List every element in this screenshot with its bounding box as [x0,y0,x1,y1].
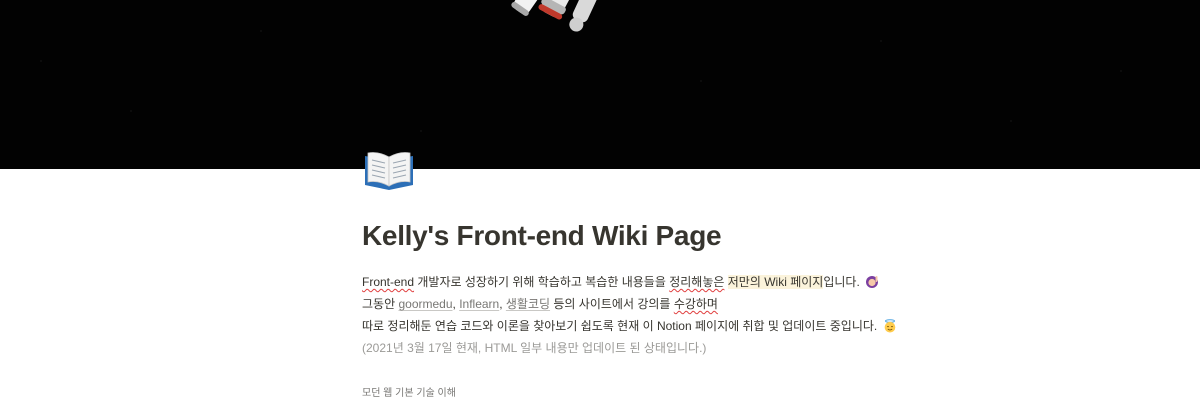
intro-text: 개발자로 성장하기 위해 학습하고 복습한 내용들을 [414,275,670,289]
open-book-icon[interactable] [362,148,416,192]
intro-text: 수강하며 [673,297,718,311]
intro-text: 정리해놓은 [669,275,725,289]
intro-text: 따로 정리해둔 연습 코드와 이론을 찾아보기 쉽도록 현재 이 Notion … [362,319,881,333]
link-goormedu[interactable]: goormedu [398,297,452,311]
intro-line-3[interactable]: 따로 정리해둔 연습 코드와 이론을 찾아보기 쉽도록 현재 이 Notion … [362,318,897,334]
page-title[interactable]: Kelly's Front-end Wiki Page [362,220,722,252]
highlighted-text: 저만의 Wiki 페이지 [727,275,824,289]
cover-image[interactable] [0,0,1200,169]
intro-text: 등의 사이트에서 강의를 [550,297,674,311]
link-opentutorials[interactable]: 생활코딩 [506,297,550,311]
intro-text: 입니다. [823,275,864,289]
update-note[interactable]: (2021년 3월 17일 현재, HTML 일부 내용만 업데이트 된 상태입… [362,340,706,356]
intro-text: Front-end [362,275,415,289]
link-inflearn[interactable]: Inflearn [459,297,499,311]
smiling-face-with-halo-icon [883,319,897,333]
intro-line-1[interactable]: Front-end 개발자로 성장하기 위해 학습하고 복습한 내용들을 정리해… [362,274,879,290]
intro-text: 그동안 [362,297,399,311]
woman-raising-hand-icon [865,275,879,289]
intro-line-2[interactable]: 그동안 goormedu, Inflearn, 생활코딩 등의 사이트에서 강의… [362,296,718,312]
astronaut-illustration [0,0,1200,169]
separator: , [499,297,506,311]
